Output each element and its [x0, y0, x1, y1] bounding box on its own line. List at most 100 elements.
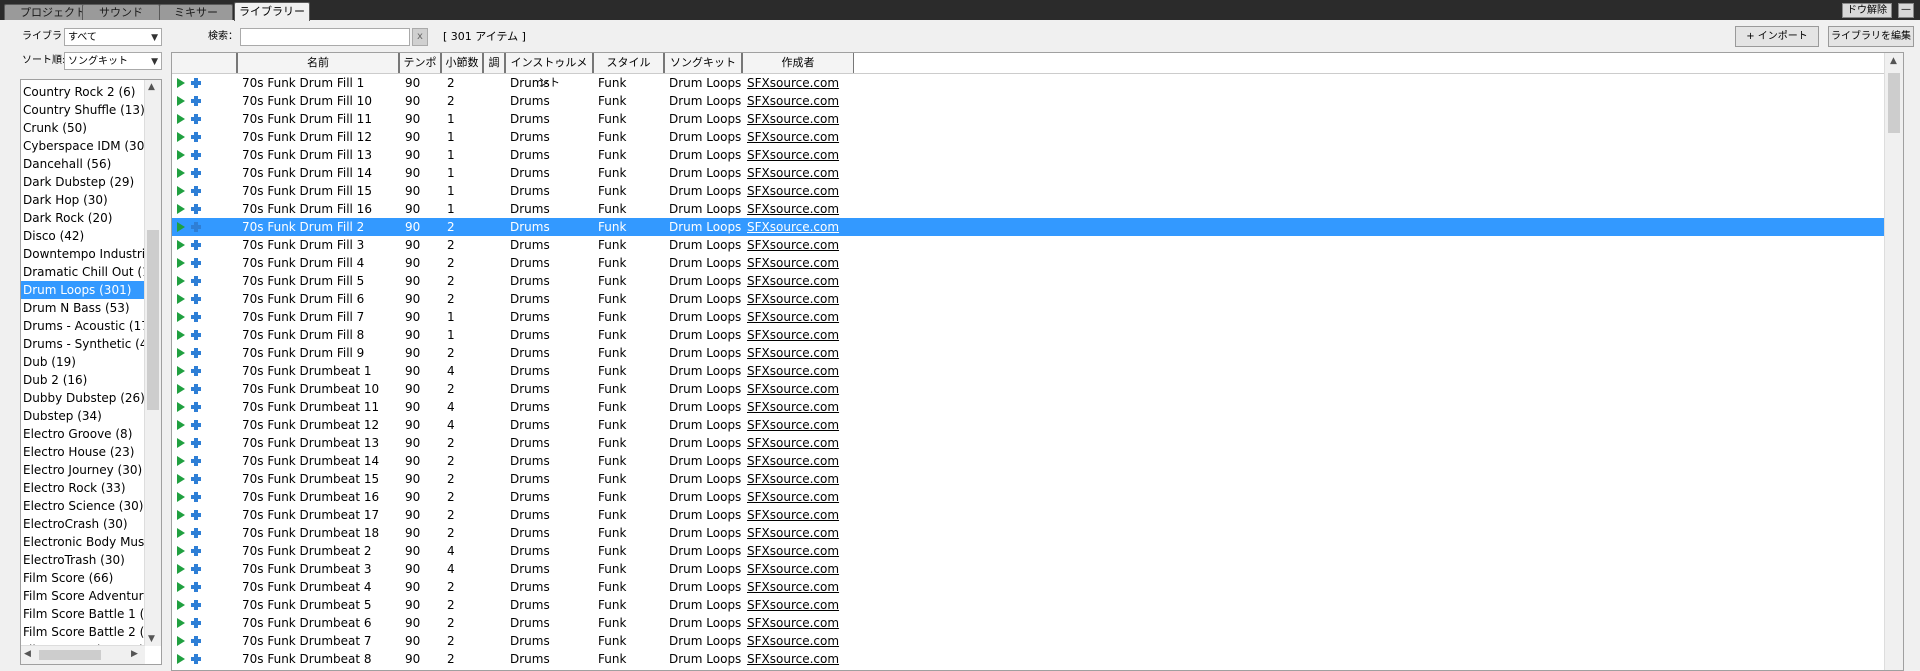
genre-list-item[interactable]: Film Score Battle 1 (2	[21, 605, 145, 623]
cell-author[interactable]: SFXsource.com	[747, 164, 853, 182]
play-icon[interactable]	[177, 222, 185, 232]
play-icon[interactable]	[177, 330, 185, 340]
column-header-kit[interactable]: ソングキット	[664, 53, 742, 73]
add-icon[interactable]	[191, 618, 201, 628]
table-row[interactable]: 70s Funk Drumbeat 18 90 2 Drums Funk Drum Loo…	[172, 524, 1885, 542]
genre-list-item[interactable]: Dark Rock (20)	[21, 209, 145, 227]
table-row[interactable]: 70s Funk Drumbeat 16 90 2 Drums Funk Drum Loo…	[172, 488, 1885, 506]
cell-author[interactable]: SFXsource.com	[747, 236, 853, 254]
add-icon[interactable]	[191, 438, 201, 448]
add-icon[interactable]	[191, 510, 201, 520]
table-row[interactable]: 70s Funk Drum Fill 16 90 1 Drums Funk Drum Lo…	[172, 200, 1885, 218]
play-icon[interactable]	[177, 600, 185, 610]
cell-author[interactable]: SFXsource.com	[747, 452, 853, 470]
scroll-right-icon[interactable]: ▶	[131, 649, 138, 659]
genre-list-item[interactable]: Dramatic Chill Out (1	[21, 263, 145, 281]
table-row[interactable]: 70s Funk Drumbeat 13 90 2 Drums Funk Drum Loo…	[172, 434, 1885, 452]
cell-author[interactable]: SFXsource.com	[747, 272, 853, 290]
add-icon[interactable]	[191, 78, 201, 88]
table-row[interactable]: 70s Funk Drum Fill 10 90 2 Drums Funk Drum Lo…	[172, 92, 1885, 110]
cell-author[interactable]: SFXsource.com	[747, 254, 853, 272]
genre-list-item[interactable]: ElectroTrash (30)	[21, 551, 145, 569]
genre-list-item[interactable]: Film Score Battle 2 (1	[21, 623, 145, 641]
cell-author[interactable]: SFXsource.com	[747, 146, 853, 164]
play-icon[interactable]	[177, 654, 185, 664]
genre-list-item[interactable]: Electronic Body Music	[21, 533, 145, 551]
play-icon[interactable]	[177, 510, 185, 520]
cell-author[interactable]: SFXsource.com	[747, 200, 853, 218]
play-icon[interactable]	[177, 258, 185, 268]
table-row[interactable]: 70s Funk Drum Fill 15 90 1 Drums Funk Drum Lo…	[172, 182, 1885, 200]
play-icon[interactable]	[177, 186, 185, 196]
add-icon[interactable]	[191, 222, 201, 232]
genre-list-item[interactable]: Country Shuffle (13)	[21, 101, 145, 119]
add-icon[interactable]	[191, 204, 201, 214]
add-icon[interactable]	[191, 546, 201, 556]
cell-author[interactable]: SFXsource.com	[747, 614, 853, 632]
add-icon[interactable]	[191, 528, 201, 538]
add-icon[interactable]	[191, 636, 201, 646]
add-icon[interactable]	[191, 654, 201, 664]
add-icon[interactable]	[191, 240, 201, 250]
column-header-instrument[interactable]: インストゥルメント	[505, 53, 593, 89]
add-icon[interactable]	[191, 96, 201, 106]
genre-list-item[interactable]: Dubstep (34)	[21, 407, 145, 425]
cell-author[interactable]: SFXsource.com	[747, 470, 853, 488]
column-header-key[interactable]: 調	[483, 53, 505, 73]
add-icon[interactable]	[191, 276, 201, 286]
table-row[interactable]: 70s Funk Drumbeat 14 90 2 Drums Funk Drum Loo…	[172, 452, 1885, 470]
genre-list-item[interactable]: Electro Rock (33)	[21, 479, 145, 497]
cell-author[interactable]: SFXsource.com	[747, 290, 853, 308]
play-icon[interactable]	[177, 96, 185, 106]
add-icon[interactable]	[191, 582, 201, 592]
table-row[interactable]: 70s Funk Drum Fill 3 90 2 Drums Funk Drum Loo…	[172, 236, 1885, 254]
genre-list-item[interactable]: Cyberspace IDM (30)	[21, 137, 145, 155]
scroll-up-icon[interactable]: ▲	[148, 82, 155, 92]
scroll-thumb[interactable]	[1888, 73, 1900, 133]
play-icon[interactable]	[177, 78, 185, 88]
cell-author[interactable]: SFXsource.com	[747, 128, 853, 146]
genre-list-item[interactable]: Country Rock 2 (6)	[21, 83, 145, 101]
cell-author[interactable]: SFXsource.com	[747, 434, 853, 452]
table-row[interactable]: 70s Funk Drum Fill 8 90 1 Drums Funk Drum Loo…	[172, 326, 1885, 344]
genre-list-item[interactable]: Drums - Acoustic (17	[21, 317, 145, 335]
table-row[interactable]: 70s Funk Drum Fill 13 90 1 Drums Funk Drum Lo…	[172, 146, 1885, 164]
add-icon[interactable]	[191, 312, 201, 322]
tab-library[interactable]: ライブラリー	[234, 2, 310, 21]
column-header-author[interactable]: 作成者	[742, 53, 854, 73]
table-row[interactable]: 70s Funk Drum Fill 14 90 1 Drums Funk Drum Lo…	[172, 164, 1885, 182]
cell-author[interactable]: SFXsource.com	[747, 380, 853, 398]
scroll-down-icon[interactable]: ▼	[148, 634, 155, 644]
add-icon[interactable]	[191, 114, 201, 124]
add-icon[interactable]	[191, 294, 201, 304]
table-row[interactable]: 70s Funk Drum Fill 11 90 1 Drums Funk Drum Lo…	[172, 110, 1885, 128]
genre-list-item[interactable]: Dub 2 (16)	[21, 371, 145, 389]
cell-author[interactable]: SFXsource.com	[747, 596, 853, 614]
edit-library-button[interactable]: ライブラリを編集	[1828, 26, 1914, 47]
cell-author[interactable]: SFXsource.com	[747, 524, 853, 542]
table-row[interactable]: 70s Funk Drumbeat 3 90 4 Drums Funk Drum Loop…	[172, 560, 1885, 578]
table-row[interactable]: 70s Funk Drumbeat 12 90 4 Drums Funk Drum Loo…	[172, 416, 1885, 434]
play-icon[interactable]	[177, 582, 185, 592]
column-header-bars[interactable]: 小節数	[441, 53, 483, 73]
table-vertical-scrollbar[interactable]: ▲	[1884, 53, 1903, 670]
play-icon[interactable]	[177, 150, 185, 160]
table-row[interactable]: 70s Funk Drum Fill 1 90 2 Drums Funk Drum Loo…	[172, 74, 1885, 92]
add-icon[interactable]	[191, 600, 201, 610]
table-row[interactable]: 70s Funk Drumbeat 1 90 4 Drums Funk Drum Loop…	[172, 362, 1885, 380]
cell-author[interactable]: SFXsource.com	[747, 326, 853, 344]
cell-author[interactable]: SFXsource.com	[747, 578, 853, 596]
add-icon[interactable]	[191, 186, 201, 196]
play-icon[interactable]	[177, 474, 185, 484]
play-icon[interactable]	[177, 114, 185, 124]
play-icon[interactable]	[177, 168, 185, 178]
tab-mixer[interactable]: ミキサー	[159, 4, 233, 20]
play-icon[interactable]	[177, 276, 185, 286]
tab-sound[interactable]: サウンド	[82, 4, 160, 20]
cell-author[interactable]: SFXsource.com	[747, 650, 853, 668]
cell-author[interactable]: SFXsource.com	[747, 362, 853, 380]
table-row[interactable]: 70s Funk Drum Fill 6 90 2 Drums Funk Drum Loo…	[172, 290, 1885, 308]
cell-author[interactable]: SFXsource.com	[747, 182, 853, 200]
cell-author[interactable]: SFXsource.com	[747, 416, 853, 434]
play-icon[interactable]	[177, 204, 185, 214]
